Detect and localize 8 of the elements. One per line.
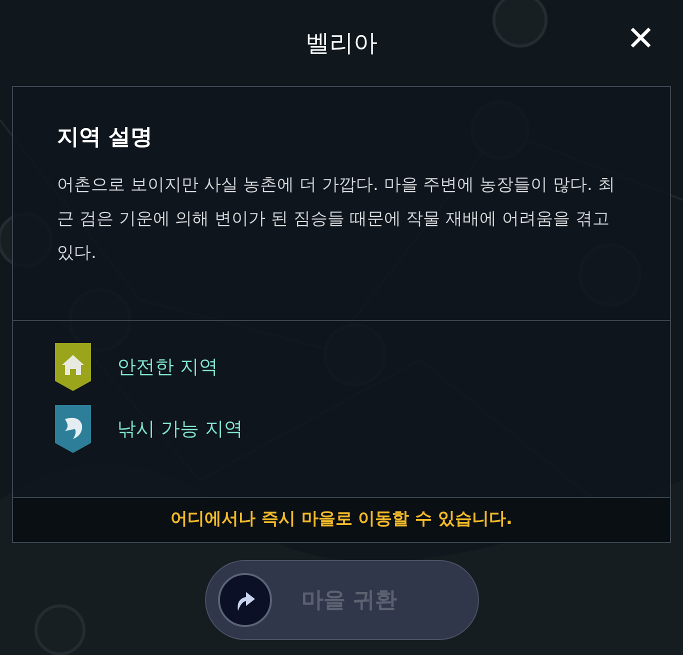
notice-text: 어디에서나 즉시 마을로 이동할 수 있습니다.: [170, 508, 513, 532]
feature-label: 안전한 지역: [117, 354, 218, 380]
section-heading: 지역 설명: [57, 124, 154, 152]
close-button[interactable]: ✕: [626, 22, 655, 56]
description-text: 어촌으로 보이지만 사실 농촌에 더 가깝다. 마을 주변에 농장들이 많다. 최근 검은 기운에 의해 변이가 된 짐승들 때문에 작물 재배에 어려움을 겪고 있다.: [57, 174, 616, 265]
feature-label: 낚시 가능 지역: [117, 416, 244, 442]
house-icon: [55, 343, 91, 391]
window-title: 벨리아: [306, 28, 378, 59]
